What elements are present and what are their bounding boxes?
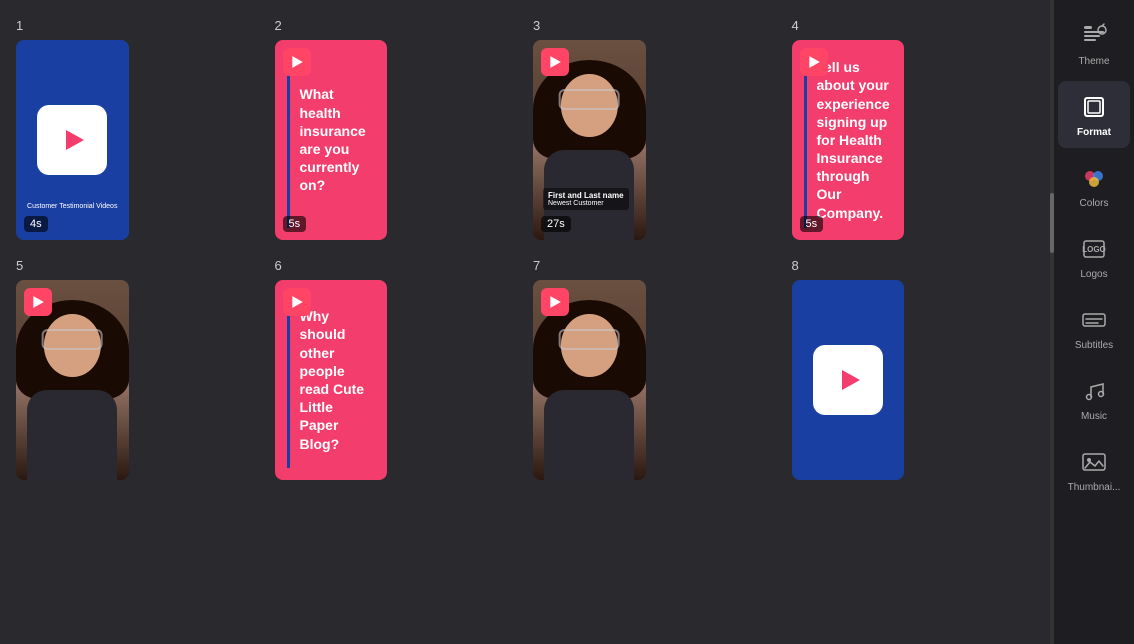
sidebar-item-logos[interactable]: LOGO Logos bbox=[1058, 223, 1130, 290]
item-number-8: 8 bbox=[792, 258, 799, 273]
duration-2: 5s bbox=[283, 216, 307, 232]
video-grid: 1 Customer Testimonial Videos 4s bbox=[16, 16, 1034, 480]
grid-item-1[interactable]: 1 Customer Testimonial Videos 4s bbox=[16, 40, 259, 240]
logo-box-8 bbox=[813, 345, 883, 415]
scroll-divider bbox=[1050, 0, 1054, 644]
sidebar-label-music: Music bbox=[1081, 411, 1107, 422]
duration-1: 4s bbox=[24, 216, 48, 232]
play-badge-6 bbox=[283, 288, 311, 316]
sidebar-label-theme: Theme bbox=[1078, 56, 1109, 67]
card-text-4: Tell us about your experience signing up… bbox=[817, 58, 893, 222]
left-bar-4 bbox=[804, 52, 807, 228]
grid-item-3[interactable]: 3 First and Last name Newest Customer bbox=[533, 40, 776, 240]
card-1[interactable]: Customer Testimonial Videos 4s bbox=[16, 40, 129, 240]
colors-icon bbox=[1078, 162, 1110, 194]
item-number-3: 3 bbox=[533, 18, 540, 33]
sidebar-item-format[interactable]: Format bbox=[1058, 81, 1130, 148]
card-7[interactable] bbox=[533, 280, 646, 480]
sidebar-label-logos: Logos bbox=[1080, 269, 1107, 280]
format-icon bbox=[1078, 91, 1110, 123]
logo-box-1 bbox=[37, 105, 107, 175]
play-badge-7 bbox=[541, 288, 569, 316]
play-badge-2 bbox=[283, 48, 311, 76]
music-icon bbox=[1078, 375, 1110, 407]
sidebar-label-subtitles: Subtitles bbox=[1075, 340, 1113, 351]
item-number-5: 5 bbox=[16, 258, 23, 273]
item-number-7: 7 bbox=[533, 258, 540, 273]
logo-subtitle-1: Customer Testimonial Videos bbox=[16, 203, 129, 210]
duration-3: 27s bbox=[541, 216, 571, 232]
item-number-2: 2 bbox=[275, 18, 282, 33]
grid-item-2[interactable]: 2 What health insurance are you currentl… bbox=[275, 40, 518, 240]
sidebar-item-colors[interactable]: Colors bbox=[1058, 152, 1130, 219]
grid-item-7[interactable]: 7 bbox=[533, 280, 776, 480]
grid-item-8[interactable]: 8 bbox=[792, 280, 1035, 480]
card-4[interactable]: Tell us about your experience signing up… bbox=[792, 40, 905, 240]
duration-4: 5s bbox=[800, 216, 824, 232]
card-text-2: What health insurance are you currently … bbox=[300, 85, 376, 194]
sidebar-label-thumbnail: Thumbnai... bbox=[1068, 482, 1121, 493]
play-badge-3 bbox=[541, 48, 569, 76]
item-number-6: 6 bbox=[275, 258, 282, 273]
scroll-thumb[interactable] bbox=[1050, 193, 1054, 253]
subtitles-icon bbox=[1078, 304, 1110, 336]
card-2[interactable]: What health insurance are you currently … bbox=[275, 40, 388, 240]
card-8[interactable] bbox=[792, 280, 905, 480]
play-badge-4 bbox=[800, 48, 828, 76]
logos-icon: LOGO bbox=[1078, 233, 1110, 265]
grid-item-4[interactable]: 4 Tell us about your experience signing … bbox=[792, 40, 1035, 240]
name-tag-3: First and Last name Newest Customer bbox=[543, 188, 629, 210]
grid-item-5[interactable]: 5 bbox=[16, 280, 259, 480]
thumbnail-icon bbox=[1078, 446, 1110, 478]
sidebar-item-thumbnail[interactable]: Thumbnai... bbox=[1058, 436, 1130, 503]
theme-icon bbox=[1078, 20, 1110, 52]
item-number-4: 4 bbox=[792, 18, 799, 33]
card-3[interactable]: First and Last name Newest Customer 27s bbox=[533, 40, 646, 240]
grid-item-6[interactable]: 6 Why should other people read Cute Litt… bbox=[275, 280, 518, 480]
main-content: 1 Customer Testimonial Videos 4s bbox=[0, 0, 1050, 644]
item-number-1: 1 bbox=[16, 18, 23, 33]
sidebar-label-format: Format bbox=[1077, 127, 1111, 138]
sidebar: Theme Format Colors LOGO bbox=[1054, 0, 1134, 644]
svg-text:LOGO: LOGO bbox=[1082, 245, 1106, 254]
card-6[interactable]: Why should other people read Cute Little… bbox=[275, 280, 388, 480]
left-bar-2 bbox=[287, 52, 290, 228]
sidebar-item-subtitles[interactable]: Subtitles bbox=[1058, 294, 1130, 361]
card-5[interactable] bbox=[16, 280, 129, 480]
play-badge-5 bbox=[24, 288, 52, 316]
sidebar-label-colors: Colors bbox=[1080, 198, 1109, 209]
sidebar-item-music[interactable]: Music bbox=[1058, 365, 1130, 432]
left-bar-6 bbox=[287, 292, 290, 468]
sidebar-item-theme[interactable]: Theme bbox=[1058, 10, 1130, 77]
card-text-6: Why should other people read Cute Little… bbox=[300, 307, 376, 453]
